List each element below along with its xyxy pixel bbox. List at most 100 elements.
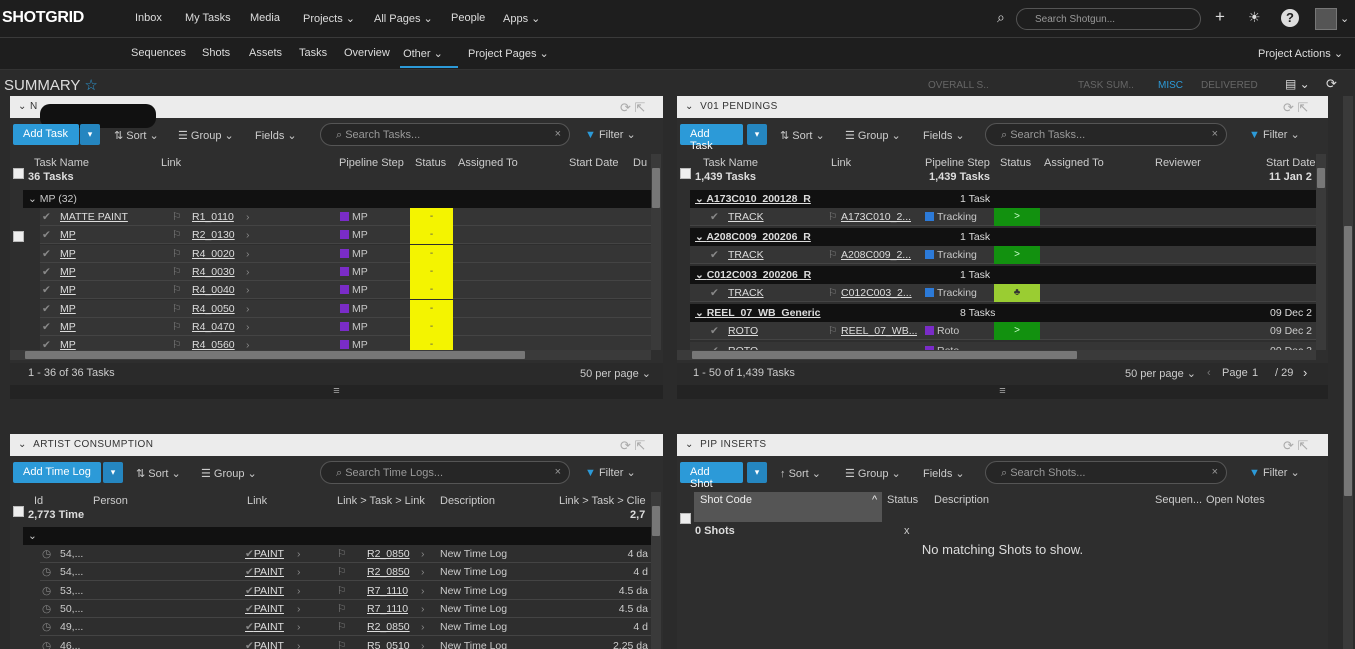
search-tasks-input[interactable]: ⌕ Search Tasks... × [320,123,570,146]
project-actions[interactable]: Project Actions ⌄ [1258,47,1343,60]
fields-button[interactable]: Fields ⌄ [923,129,965,142]
refresh-icon[interactable]: ⟳ ⇱ [1283,438,1308,454]
filter-button[interactable]: ▼ Filter ⌄ [1249,466,1300,479]
add-shot-button[interactable]: Add Shot [680,462,743,490]
filter-button[interactable]: ▼ Filter ⌄ [585,466,636,479]
tab-task-summary[interactable]: TASK SUM.. [1078,80,1134,91]
filter-button[interactable]: ▼ Filter ⌄ [1249,128,1300,141]
link-cell[interactable]: R4_0030 [192,266,235,278]
task-link-cell[interactable]: R5_0510 [367,640,410,649]
add-time-log-menu[interactable]: ▾ [103,462,123,483]
filter-button[interactable]: ▼ Filter ⌄ [585,128,636,141]
status-badge[interactable]: - [410,226,453,245]
status-badge[interactable]: - [410,281,453,300]
nav-project-pages[interactable]: Project Pages ⌄ [468,47,549,60]
search-shots-input[interactable]: ⌕ Search Shots... × [985,461,1227,484]
task-name-link[interactable]: MP [60,229,76,241]
status-badge[interactable]: - [410,208,453,226]
id-cell[interactable]: 49,... [60,621,83,633]
id-cell[interactable]: 50,... [60,603,83,615]
per-page-select[interactable]: 50 per page ⌄ [580,367,651,380]
select-all-checkbox[interactable] [680,513,691,524]
prev-page-icon[interactable]: ‹ [1207,367,1211,379]
group-row[interactable]: ⌄ A173C010_200128_R 1 Task [690,190,1316,208]
id-cell[interactable]: 54,... [60,548,83,560]
group-button[interactable]: ☰ Group ⌄ [845,467,901,480]
group-row[interactable]: ⌄ [23,527,651,545]
refresh-icon[interactable]: ⟳ ⇱ [620,100,645,116]
table-row[interactable]: ✔ MATTE PAINT ⚐ R1_0110 › MP - [40,208,651,226]
sort-arrow-icon[interactable]: ^ [872,494,877,510]
task-name-link[interactable]: MP [60,321,76,333]
status-badge[interactable]: - [410,244,453,263]
plus-icon[interactable]: + [1215,7,1225,27]
status-badge[interactable]: > [994,208,1040,226]
add-task-menu[interactable]: ▾ [80,124,100,145]
link-cell[interactable]: ✔PAINT [245,621,284,633]
link-cell[interactable]: ✔PAINT [245,585,284,597]
id-cell[interactable]: 54,... [60,566,83,578]
nav-assets[interactable]: Assets [249,47,282,59]
shotgrid-logo[interactable]: SHOTGRID [2,9,84,27]
link-cell[interactable]: R4_0560 [192,339,235,350]
next-page-icon[interactable]: › [1303,365,1307,380]
col-person[interactable]: Person [93,495,128,511]
nav-people[interactable]: People [451,12,485,24]
nav-sequences[interactable]: Sequences [131,47,186,59]
task-name-link[interactable]: TRACK [728,211,764,223]
id-cell[interactable]: 46... [60,640,80,649]
col-status[interactable]: Status [415,157,446,173]
nav-my-tasks[interactable]: My Tasks [185,12,231,24]
status-badge[interactable]: - [410,262,453,281]
group-row[interactable]: ⌄ C012C003_200206_R 1 Task [690,266,1316,284]
col-link[interactable]: Link [831,157,851,173]
nav-shots[interactable]: Shots [202,47,230,59]
table-row[interactable]: ◷ 46... ✔PAINT › ⚐ R5_0510 › New Time Lo… [40,636,651,649]
table-row[interactable]: ◷ 54,... ✔PAINT › ⚐ R2_0850 › New Time L… [40,545,651,563]
star-icon[interactable]: ☆ [84,77,97,94]
sun-icon[interactable]: ☀ [1248,9,1261,26]
link-cell[interactable]: R4_0020 [192,248,235,260]
chevron-down-icon[interactable]: ⌄ [1340,12,1349,25]
row-checkbox[interactable] [13,231,24,242]
table-row[interactable]: ◷ 53,... ✔PAINT › ⚐ R7_1110 › New Time L… [40,581,651,600]
table-row[interactable]: ✔ MP ⚐ R4_0470 › MP - [40,317,651,336]
table-row[interactable]: ✔ MP ⚐ R4_0050 › MP - [40,299,651,318]
add-shot-menu[interactable]: ▾ [747,462,767,483]
select-all-checkbox[interactable] [680,168,691,179]
nav-apps[interactable]: Apps ⌄ [503,12,540,25]
select-all-checkbox[interactable] [13,506,24,517]
link-cell[interactable]: R4_0040 [192,284,235,296]
grid-scrollbar[interactable] [651,154,661,350]
task-name-link[interactable]: MP [60,339,76,350]
sort-button[interactable]: ⇅ Sort ⌄ [114,129,159,142]
nav-media[interactable]: Media [250,12,280,24]
col-duration[interactable]: Du [633,157,647,173]
status-badge[interactable]: - [410,336,453,350]
col-status[interactable]: Status [1000,157,1031,173]
global-search-input[interactable]: Search Shotgun... [1016,8,1201,30]
link-cell[interactable]: A208C009_2... [841,249,911,261]
task-name-link[interactable]: TRACK [728,287,764,299]
horizontal-scrollbar[interactable] [10,350,651,360]
horizontal-scrollbar[interactable] [677,350,1316,360]
nav-other[interactable]: Other ⌄ [400,47,458,68]
group-button[interactable]: ☰ Group ⌄ [845,129,901,142]
add-task-button[interactable]: Add Task [13,124,79,145]
col-pipeline-step[interactable]: Pipeline Step [339,157,404,173]
avatar[interactable] [1315,8,1337,30]
search-time-logs-input[interactable]: ⌕ Search Time Logs... × [320,461,570,484]
table-row[interactable]: ✔ MP ⚐ R2_0130 › MP - [40,226,651,245]
search-tasks-input[interactable]: ⌕ Search Tasks... × [985,123,1227,146]
task-name-link[interactable]: MP [60,266,76,278]
resize-handle[interactable]: ≡ [677,385,1328,399]
task-name-link[interactable]: TRACK [728,249,764,261]
col-reviewer[interactable]: Reviewer [1155,157,1201,173]
task-link-cell[interactable]: R2_0850 [367,621,410,633]
link-cell[interactable]: R1_0110 [192,211,234,223]
table-row[interactable]: ✔ TRACK ⚐ C012C003_2... Tracking ♣ [690,284,1316,302]
add-time-log-button[interactable]: Add Time Log [13,462,101,483]
group-button[interactable]: ☰ Group ⌄ [201,467,257,480]
col-assigned-to[interactable]: Assigned To [458,157,518,173]
sort-button[interactable]: ↑ Sort ⌄ [780,467,821,480]
